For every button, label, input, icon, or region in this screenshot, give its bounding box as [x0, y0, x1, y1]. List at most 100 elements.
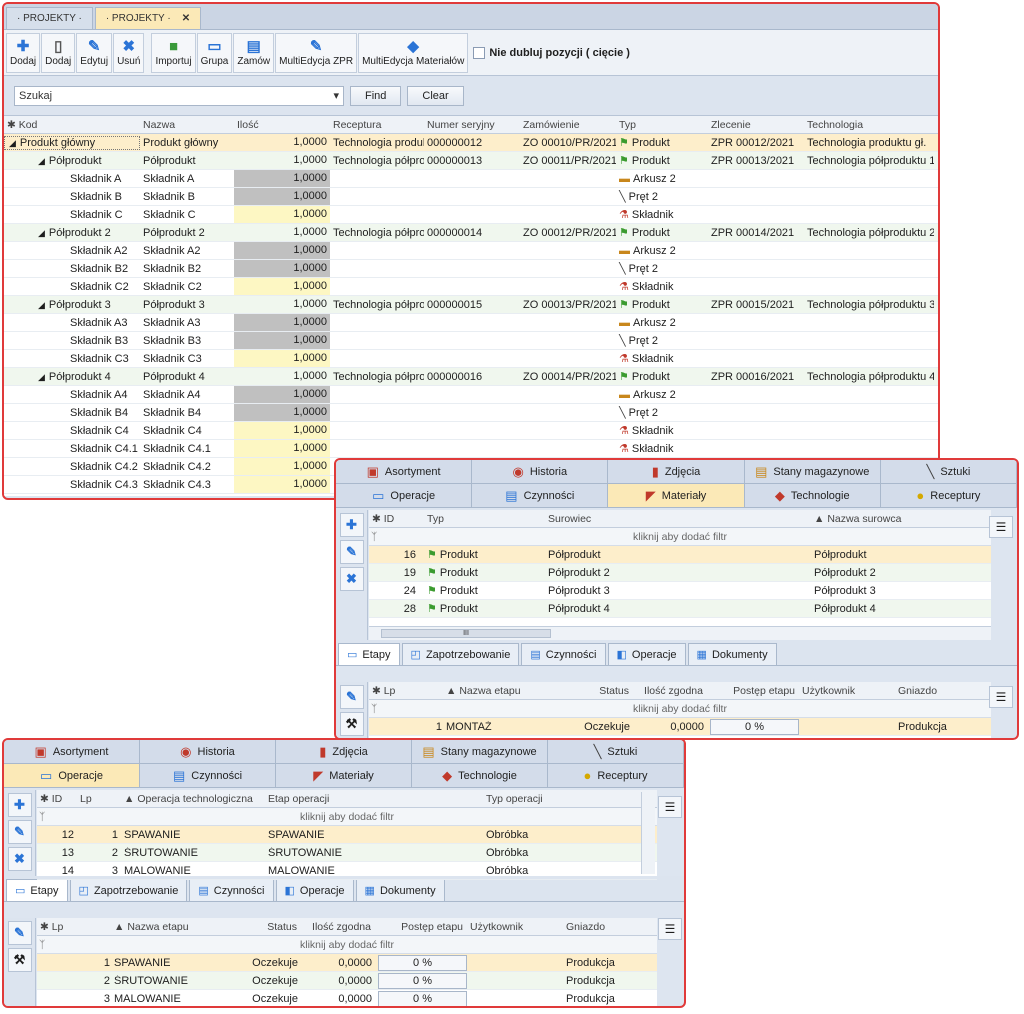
tree-row[interactable]: Składnik C2 Składnik C2 1,0000 ⚗ Składnik [4, 278, 938, 296]
col-status[interactable]: Status [547, 685, 633, 697]
pencil-icon[interactable]: ✎ [7, 921, 32, 945]
filter-row[interactable]: ᛉ kliknij aby dodać filtr [369, 528, 991, 546]
pencil-icon[interactable]: ✎ [339, 685, 364, 709]
tab-materiały[interactable]: ◤ Materiały [608, 484, 745, 507]
tools-icon[interactable]: ⚒ [7, 948, 32, 972]
search-input[interactable]: Szukaj ▾ [14, 85, 344, 106]
tree-row[interactable]: Składnik B4 Składnik B4 1,0000 ╲ Pręt 2 [4, 404, 938, 422]
tab-operacje[interactable]: ◧ Operacje [275, 879, 354, 901]
tools-icon[interactable]: ⚒ [339, 712, 364, 736]
tab-stany-magazynowe[interactable]: ▤ Stany magazynowe [412, 740, 548, 763]
table-row[interactable]: 16 ⚑ Produkt Półprodukt Półprodukt [369, 546, 991, 564]
tree-row[interactable]: ◢ Półprodukt 3 Półprodukt 3 1,0000 Technolog… [4, 296, 938, 314]
col-lp[interactable]: ✱ Lp [37, 921, 111, 933]
multiedit-materials-button[interactable]: ◆ MultiEdycja Materiałów [358, 32, 469, 73]
col-użytkownik[interactable]: Użytkownik [799, 685, 895, 697]
multiedit-zpr-button[interactable]: ✎ MultiEdycja ZPR [275, 32, 358, 73]
expand-arrow-icon[interactable]: ◢ [38, 300, 45, 310]
tab-zapotrzebowanie[interactable]: ◰ Zapotrzebowanie [69, 879, 188, 901]
tab-etapy[interactable]: ▭ Etapy [6, 879, 68, 901]
close-icon[interactable]: ✕ [182, 13, 190, 24]
col-ilosc[interactable]: Ilość [234, 119, 330, 131]
delete-icon[interactable]: ✖ [7, 847, 32, 871]
tree-row[interactable]: Składnik C4 Składnik C4 1,0000 ⚗ Składnik [4, 422, 938, 440]
etap-row[interactable]: 1 SPAWANIE Oczekuje 0,0000 0 % Produkcja [37, 954, 657, 972]
etapy-filter-row[interactable]: ᛉ kliknij aby dodać filtr [37, 936, 657, 954]
col-nazwa-etapu[interactable]: ▲ Nazwa etapu [111, 921, 215, 933]
tab-asortyment[interactable]: ▣ Asortyment [336, 460, 473, 483]
expand-arrow-icon[interactable]: ◢ [38, 372, 45, 382]
col-numer[interactable]: Numer seryjny [424, 119, 520, 131]
tree-row[interactable]: Składnik B Składnik B 1,0000 ╲ Pręt 2 [4, 188, 938, 206]
etap-row[interactable]: 1 MONTAŻ Oczekuje 0,0000 0 % Produkcja [369, 718, 991, 736]
col-ilość-zgodna[interactable]: Ilość zgodna [301, 921, 375, 933]
add-icon[interactable]: ✚ [7, 793, 32, 817]
tab-etapy[interactable]: ▭ Etapy [338, 643, 400, 665]
scroll-thumb[interactable]: III [381, 629, 551, 638]
col-zamowienie[interactable]: Zamówienie [520, 119, 616, 131]
column-chooser-icon[interactable]: ☰ [658, 918, 682, 940]
doc-tab-1[interactable]: · PROJEKTY · [6, 7, 93, 29]
table-row[interactable]: 19 ⚑ Produkt Półprodukt 2 Półprodukt 2 [369, 564, 991, 582]
tab-zdjęcia[interactable]: ▮ Zdjęcia [276, 740, 412, 763]
tab-asortyment[interactable]: ▣ Asortyment [4, 740, 140, 763]
col-użytkownik[interactable]: Użytkownik [467, 921, 563, 933]
col-status[interactable]: Status [215, 921, 301, 933]
tree-row[interactable]: Składnik A2 Składnik A2 1,0000 ▬ Arkusz 2 [4, 242, 938, 260]
table-row[interactable]: 13 2 ŚRUTOWANIE ŚRUTOWANIE Obróbka [37, 844, 657, 862]
tree-row[interactable]: Składnik B2 Składnik B2 1,0000 ╲ Pręt 2 [4, 260, 938, 278]
delete-button[interactable]: ✖ Usuń [113, 32, 145, 73]
etap-row[interactable]: 3 MALOWANIE Oczekuje 0,0000 0 % Produkcja [37, 990, 657, 1006]
tab-technologie[interactable]: ◆ Technologie [412, 764, 548, 787]
dropdown-arrow-icon[interactable]: ▾ [333, 89, 339, 102]
tab-czynności[interactable]: ▤ Czynności [472, 484, 609, 507]
tab-operacje[interactable]: ◧ Operacje [607, 643, 686, 665]
tab-czynności[interactable]: ▤ Czynności [189, 879, 274, 901]
col-postęp-etapu[interactable]: Postęp etapu [707, 685, 799, 697]
col-typ-operacji[interactable]: Typ operacji [483, 793, 633, 805]
tree-row[interactable]: ◢ Produkt główny Produkt główny 1,0000 Techn… [4, 134, 938, 152]
order-button[interactable]: ▤ Zamów [233, 32, 275, 73]
table-row[interactable]: 28 ⚑ Produkt Półprodukt 4 Półprodukt 4 [369, 600, 991, 618]
tab-dokumenty[interactable]: ▦ Dokumenty [687, 643, 777, 665]
col-ilość-zgodna[interactable]: Ilość zgodna [633, 685, 707, 697]
tab-operacje[interactable]: ▭ Operacje [4, 764, 140, 787]
doc-tab-2[interactable]: · PROJEKTY · ✕ [94, 7, 202, 29]
table-row[interactable]: 12 1 SPAWANIE SPAWANIE Obróbka [37, 826, 657, 844]
column-chooser-icon[interactable]: ☰ [658, 796, 682, 818]
find-button[interactable]: Find [350, 85, 402, 106]
expand-arrow-icon[interactable]: ◢ [38, 228, 45, 238]
tree-row[interactable]: Składnik A Składnik A 1,0000 ▬ Arkusz 2 [4, 170, 938, 188]
tab-sztuki[interactable]: ╲ Sztuki [881, 460, 1017, 483]
tab-technologie[interactable]: ◆ Technologie [745, 484, 881, 507]
expand-arrow-icon[interactable]: ◢ [38, 156, 45, 166]
import-button[interactable]: ■ Importuj [151, 32, 196, 73]
tab-historia[interactable]: ◉ Historia [140, 740, 276, 763]
tree-row[interactable]: Składnik C3 Składnik C3 1,0000 ⚗ Składnik [4, 350, 938, 368]
filter-row[interactable]: ᛉ kliknij aby dodać filtr [37, 808, 657, 826]
etap-row[interactable]: 2 ŚRUTOWANIE Oczekuje 0,0000 0 % Produkcja [37, 972, 657, 990]
tab-receptury[interactable]: ● Receptury [881, 484, 1017, 507]
tab-zapotrzebowanie[interactable]: ◰ Zapotrzebowanie [401, 643, 520, 665]
tree-row[interactable]: ◢ Półprodukt 2 Półprodukt 2 1,0000 Technolog… [4, 224, 938, 242]
col-surowiec[interactable]: Surowiec [545, 513, 811, 525]
no-duplicate-checkbox[interactable]: Nie dubluj pozycji ( cięcie ) [473, 46, 630, 59]
col-technologia[interactable]: Technologia [804, 119, 934, 131]
tab-stany-magazynowe[interactable]: ▤ Stany magazynowe [745, 460, 881, 483]
tab-czynności[interactable]: ▤ Czynności [140, 764, 276, 787]
add-button[interactable]: ✚ Dodaj [6, 32, 41, 73]
col-gniazdo[interactable]: Gniazdo [895, 685, 985, 697]
tab-receptury[interactable]: ● Receptury [548, 764, 684, 787]
edit-button[interactable]: ✎ Edytuj [76, 32, 113, 73]
col-id[interactable]: ✱ ID [369, 513, 419, 525]
horizontal-scrollbar[interactable]: III [369, 626, 991, 640]
table-row[interactable]: 14 3 MALOWANIE MALOWANIE Obróbka [37, 862, 657, 880]
pencil-icon[interactable]: ✎ [7, 820, 32, 844]
tab-zdjęcia[interactable]: ▮ Zdjęcia [608, 460, 745, 483]
col-nazwa-etapu[interactable]: ▲ Nazwa etapu [443, 685, 547, 697]
tab-czynności[interactable]: ▤ Czynności [521, 643, 606, 665]
col-receptura[interactable]: Receptura [330, 119, 424, 131]
clear-button[interactable]: Clear [407, 85, 464, 106]
delete-icon[interactable]: ✖ [339, 567, 364, 591]
col-gniazdo[interactable]: Gniazdo [563, 921, 653, 933]
